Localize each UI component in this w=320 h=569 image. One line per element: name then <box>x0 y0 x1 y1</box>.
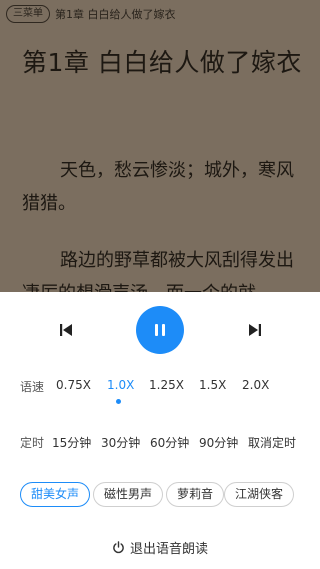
previous-button[interactable] <box>52 316 80 344</box>
timer-row: 定时 15分钟 30分钟 60分钟 90分钟 取消定时 <box>0 430 320 454</box>
playback-controls <box>0 306 320 358</box>
voice-option-jianghu[interactable]: 江湖侠客 <box>224 482 295 507</box>
chapter-title: 第1章 白白给人做了嫁衣 <box>22 48 302 77</box>
menu-button[interactable]: 三菜单 <box>6 5 50 23</box>
tts-panel: 语速 0.75X 1.0X 1.25X 1.5X 2.0X 定时 15分钟 30… <box>0 292 320 569</box>
speed-option-1-5x[interactable]: 1.5X <box>199 378 226 392</box>
exit-tts-button[interactable]: 退出语音朗读 <box>0 536 320 558</box>
skip-previous-icon <box>60 324 72 336</box>
speed-label: 语速 <box>20 380 45 394</box>
timer-option-60[interactable]: 60分钟 <box>150 434 189 451</box>
timer-option-15[interactable]: 15分钟 <box>52 434 91 451</box>
speed-option-1-0x[interactable]: 1.0X <box>107 378 134 392</box>
timer-option-cancel[interactable]: 取消定时 <box>248 434 296 451</box>
next-button[interactable] <box>241 316 269 344</box>
header-chapter-title: 第1章 白白给人做了嫁衣 <box>55 8 176 21</box>
speed-option-2-0x[interactable]: 2.0X <box>242 378 269 392</box>
timer-label: 定时 <box>20 436 45 450</box>
power-icon <box>113 540 124 553</box>
voice-option-magnetic-male[interactable]: 磁性男声 <box>93 482 164 507</box>
speed-option-0-75x[interactable]: 0.75X <box>56 378 91 392</box>
voice-options: 甜美女声 磁性男声 萝莉音 江湖侠客 <box>0 482 320 508</box>
voice-option-loli[interactable]: 萝莉音 <box>166 482 225 507</box>
timer-option-90[interactable]: 90分钟 <box>199 434 238 451</box>
speed-row: 语速 0.75X 1.0X 1.25X 1.5X 2.0X <box>0 374 320 404</box>
paragraph: 天色，愁云惨淡；城外，寒风猎猎。 <box>22 160 294 214</box>
voice-option-sweet-female[interactable]: 甜美女声 <box>20 482 91 507</box>
skip-next-icon <box>249 324 261 336</box>
speed-option-1-25x[interactable]: 1.25X <box>149 378 184 392</box>
timer-option-30[interactable]: 30分钟 <box>101 434 140 451</box>
pause-button[interactable] <box>136 306 184 354</box>
exit-label: 退出语音朗读 <box>129 541 208 557</box>
reader-header: 三菜单 第1章 白白给人做了嫁衣 <box>6 4 176 24</box>
selected-indicator-dot <box>116 399 121 404</box>
pause-icon <box>155 324 165 336</box>
